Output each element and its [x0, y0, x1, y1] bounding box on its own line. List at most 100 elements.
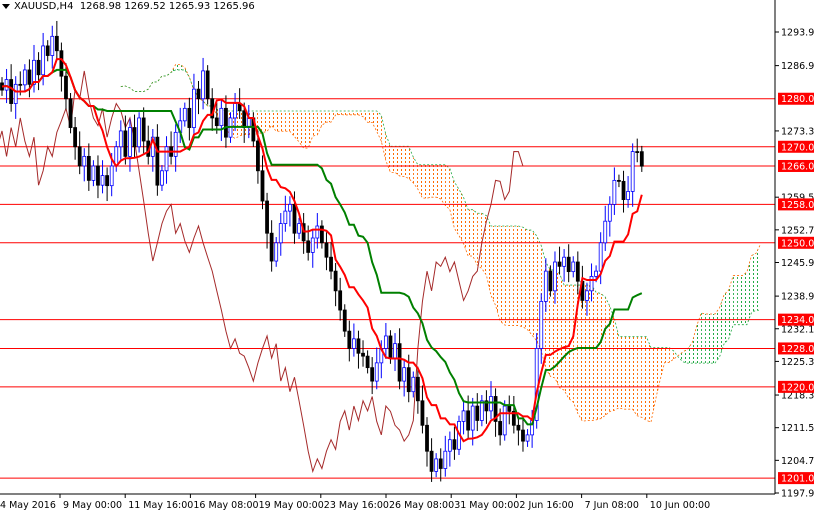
cloud-segment — [271, 110, 277, 132]
candle-body — [406, 367, 411, 393]
candle-body — [516, 424, 521, 431]
candle-body — [105, 175, 110, 187]
ohlc-readout: 1268.98 1269.52 1265.93 1265.96 — [79, 1, 255, 12]
cloud-segment — [477, 213, 482, 269]
cloud-segment — [321, 110, 327, 126]
cloud-segment — [596, 292, 601, 420]
y-tick-label: 1293.90 — [781, 28, 814, 39]
candle-body — [443, 450, 448, 469]
candle-body — [45, 45, 50, 56]
candle-body — [333, 270, 338, 292]
candle-body — [507, 405, 512, 412]
candle-body — [187, 107, 192, 128]
candle-body — [160, 170, 164, 186]
price-axis: 1293.901286.901273.301259.501252.701245.… — [774, 0, 814, 514]
candle-body — [470, 405, 475, 431]
candle-body — [155, 136, 160, 186]
candle-body — [329, 256, 333, 272]
candle-body — [356, 338, 361, 354]
y-tick-label: 1286.90 — [781, 61, 814, 72]
candle-body — [82, 155, 87, 167]
candle-body — [575, 261, 580, 282]
candle-body — [306, 240, 311, 253]
cloud-segment — [445, 164, 450, 210]
candle-body — [54, 35, 59, 52]
candle-body — [297, 223, 301, 234]
candle-body — [383, 335, 388, 349]
cloud-segment — [660, 347, 665, 381]
level-price-label: 1201.00 — [781, 474, 814, 485]
cloud-segment — [344, 110, 350, 115]
x-tick-label: 26 May 08:00 — [389, 500, 454, 511]
cloud-segment — [495, 226, 501, 321]
candle-body — [365, 355, 370, 369]
cloud-segment — [427, 164, 432, 199]
candle-body — [553, 261, 557, 292]
cloud-segment — [742, 271, 747, 325]
cloud-segment — [724, 289, 729, 344]
candle-body — [479, 400, 484, 421]
candle-body — [603, 220, 608, 244]
cloud-segment — [664, 347, 670, 363]
candle-body — [571, 261, 576, 273]
candle-body — [192, 88, 196, 128]
cloud-segment — [363, 110, 368, 123]
cloud-segment — [390, 146, 396, 173]
candle-body — [22, 69, 27, 86]
candle-body — [607, 203, 612, 222]
x-tick-label: 9 May 00:00 — [63, 500, 122, 511]
candle-body — [27, 69, 32, 85]
x-tick-label: 4 May 2016 — [0, 500, 56, 511]
cloud-segment — [500, 226, 505, 326]
candle-body — [219, 107, 224, 127]
cloud-segment — [600, 293, 606, 419]
level-price-label: 1266.00 — [781, 161, 814, 172]
y-tick-label: 1238.90 — [781, 292, 814, 303]
cloud-segment — [728, 275, 734, 340]
cloud-segment — [623, 336, 629, 410]
candle-body — [361, 352, 365, 357]
level-price-label: 1280.00 — [781, 94, 814, 105]
x-tick-label: 19 May 00:00 — [259, 500, 324, 511]
candle-body — [128, 127, 132, 157]
candle-body — [447, 439, 452, 452]
candle-body — [521, 429, 525, 442]
x-tick-label: 11 May 16:00 — [128, 500, 193, 511]
cloud-segment — [618, 336, 624, 410]
level-price-label: 1228.00 — [781, 344, 814, 355]
cloud-segment — [696, 313, 702, 364]
cloud-segment — [413, 157, 418, 190]
cloud-segment — [454, 182, 459, 236]
cloud-segment — [650, 347, 656, 423]
cloud-segment — [395, 146, 400, 176]
chart-window[interactable]: XAUUSD,H4 1268.98 1269.52 1265.93 1265.9… — [0, 0, 814, 514]
dropdown-triangle-icon[interactable] — [2, 3, 10, 9]
candle-body — [242, 110, 247, 128]
candle-body — [548, 270, 553, 292]
level-price-label: 1258.00 — [781, 200, 814, 211]
candle-body — [68, 98, 73, 128]
cloud-segment — [513, 226, 519, 326]
candle-body — [598, 242, 603, 272]
candle-body — [64, 75, 68, 100]
candle-body — [525, 434, 530, 442]
time-axis: 4 May 2016 9 May 00:00 11 May 16:00 16 May … — [0, 493, 775, 511]
price-chart[interactable]: 1293.901286.901273.301259.501252.701245.… — [0, 0, 814, 514]
candle-body — [415, 376, 420, 402]
cloud-segment — [331, 110, 336, 123]
candle-body — [438, 458, 443, 469]
candle-body — [630, 151, 635, 192]
candle-body — [475, 405, 480, 421]
cloud-segment — [714, 307, 720, 364]
cloud-segment — [349, 110, 354, 115]
cloud-segment — [751, 253, 757, 313]
candle-body — [86, 155, 91, 181]
candle-body — [617, 179, 621, 182]
candle-body — [557, 261, 562, 267]
cloud-segment — [737, 275, 743, 325]
candle-body — [351, 338, 356, 349]
cloud-segment — [399, 146, 405, 177]
cloud-segment — [582, 285, 587, 422]
candle-body — [196, 88, 201, 100]
cloud-segment — [673, 351, 679, 360]
